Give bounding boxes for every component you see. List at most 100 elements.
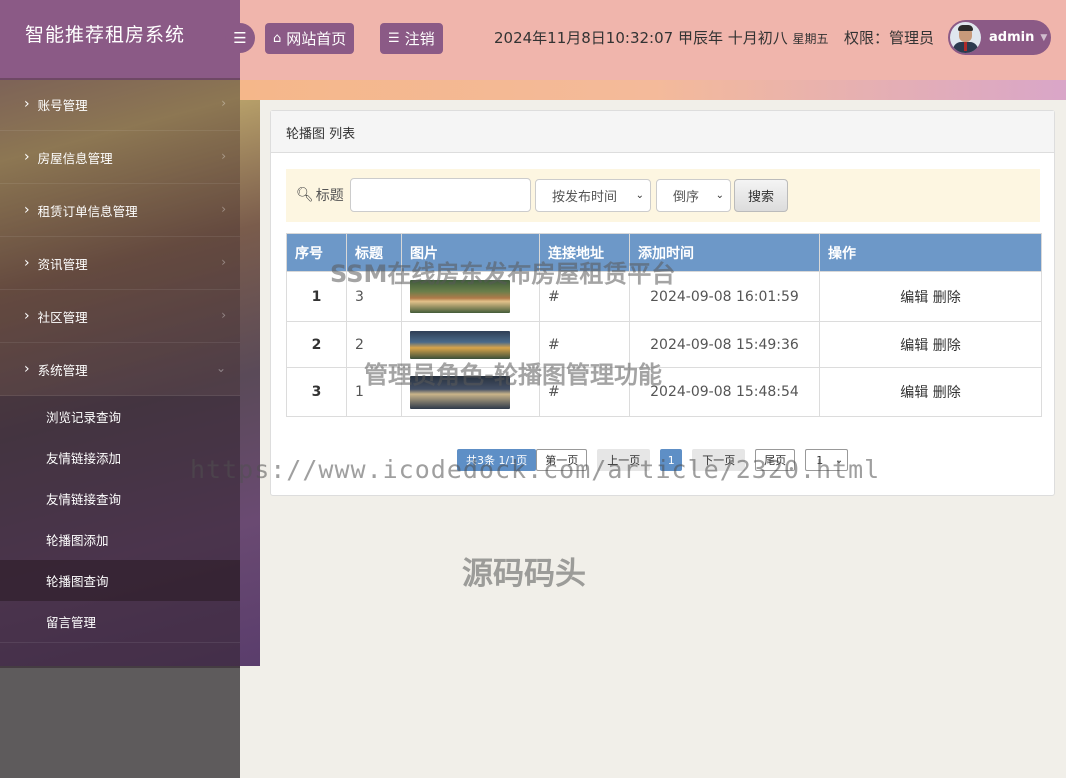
chevron-right-icon: › [221, 308, 226, 322]
cell-link: # [539, 367, 630, 417]
pager-info: 共3条 1/1页 [457, 449, 537, 471]
chevron-down-icon: ⌄ [215, 361, 226, 375]
table-row: 2 2 # 2024-09-08 15:49:36 编辑 删除 [286, 321, 1042, 368]
home-label: 网站首页 [286, 30, 347, 48]
col-header-action: 操作 [819, 233, 1042, 272]
sidebar-item-label: 房屋信息管理 [37, 150, 113, 166]
delete-link[interactable]: 删除 [933, 338, 961, 354]
col-header-image: 图片 [401, 233, 540, 272]
cell-actions: 编辑 删除 [819, 321, 1042, 368]
datetime-text: 2024年11月8日10:32:07 甲辰年 十月初八 [494, 29, 788, 47]
sidebar-item-label: 系统管理 [37, 362, 88, 378]
cell-time: 2024-09-08 16:01:59 [629, 271, 820, 322]
brand-title: 智能推荐租房系统 [0, 0, 240, 80]
sidebar-item-news[interactable]: › 资讯管理 › [0, 237, 240, 290]
cell-image [401, 271, 540, 322]
cell-seq: 2 [286, 321, 347, 368]
bars-icon: ☰ [233, 29, 247, 47]
col-header-time: 添加时间 [629, 233, 820, 272]
col-header-link: 连接地址 [539, 233, 630, 272]
chevron-right-icon: › [221, 255, 226, 269]
chevron-down-icon: ⌄ [635, 190, 644, 201]
cell-image [401, 321, 540, 368]
pager-current-page[interactable]: 1 [660, 449, 683, 471]
sidebar-subitem-messages[interactable]: 留言管理 [0, 601, 240, 642]
system-submenu: 浏览记录查询 友情链接添加 友情链接查询 轮播图添加 轮播图查询 留言管理 [0, 396, 240, 668]
sidebar-item-label: 社区管理 [37, 309, 88, 325]
sidebar-item-account[interactable]: › 账号管理 › [0, 78, 240, 131]
delete-link[interactable]: 删除 [933, 385, 961, 401]
sort-order-value: 倒序 [673, 190, 700, 205]
col-header-title: 标题 [346, 233, 402, 272]
cell-seq: 3 [286, 367, 347, 417]
chevron-right-icon: › [24, 202, 30, 218]
user-menu[interactable]: admin ▼ [948, 20, 1051, 55]
sidebar-subitem-link-query[interactable]: 友情链接查询 [0, 478, 240, 519]
cell-link: # [539, 271, 630, 322]
menu-toggle-button[interactable]: ☰ [225, 23, 255, 53]
datetime-display: 2024年11月8日10:32:07 甲辰年 十月初八 星期五 [494, 27, 829, 48]
cell-link: # [539, 321, 630, 368]
sidebar-item-label: 资讯管理 [37, 256, 88, 272]
chevron-right-icon: › [221, 149, 226, 163]
sidebar-item-community[interactable]: › 社区管理 › [0, 290, 240, 343]
sidebar-item-system[interactable]: › 系统管理 ⌄ [0, 343, 240, 396]
table-row: 3 1 # 2024-09-08 15:48:54 编辑 删除 [286, 367, 1042, 417]
pagination: 共3条 1/1页 第一页 上一页 1 下一页 尾页 1 ⌄ [457, 449, 858, 471]
username: admin [989, 30, 1035, 45]
carousel-thumbnail [410, 330, 510, 359]
carousel-thumbnail [410, 375, 510, 409]
sidebar-item-rental-orders[interactable]: › 租赁订单信息管理 › [0, 184, 240, 237]
cell-title: 3 [346, 271, 402, 322]
sidebar-subitem-carousel-query[interactable]: 轮播图查询 [0, 560, 240, 601]
sort-order-select[interactable]: 倒序 ⌄ [656, 179, 731, 212]
home-button[interactable]: ⌂ 网站首页 [265, 23, 355, 54]
sidebar-item-house-info[interactable]: › 房屋信息管理 › [0, 131, 240, 184]
carousel-table: 序号 标题 图片 连接地址 添加时间 操作 1 3 # 2024-09-08 1… [286, 233, 1042, 417]
chevron-down-icon: ⌄ [834, 454, 844, 466]
edit-link[interactable]: 编辑 [900, 290, 928, 306]
chevron-right-icon: › [221, 202, 226, 216]
caret-down-icon: ▼ [1040, 32, 1048, 43]
pager-prev-button[interactable]: 上一页 [597, 449, 651, 471]
sort-field-select[interactable]: 按发布时间 ⌄ [535, 179, 651, 212]
sidebar-subitem-carousel-add[interactable]: 轮播图添加 [0, 519, 240, 560]
sidebar-menu: › 账号管理 › › 房屋信息管理 › › 租赁订单信息管理 › › 资讯管理 … [0, 78, 240, 668]
search-label: 🔍︎ 标题 [296, 185, 344, 205]
cell-actions: 编辑 删除 [819, 367, 1042, 417]
table-header-row: 序号 标题 图片 连接地址 添加时间 操作 [286, 233, 1042, 272]
cell-time: 2024-09-08 15:49:36 [629, 321, 820, 368]
sidebar-item-label: 账号管理 [37, 97, 88, 113]
sort-field-value: 按发布时间 [552, 190, 618, 205]
carousel-thumbnail [410, 280, 510, 313]
search-icon: 🔍︎ [296, 187, 314, 203]
pager-next-button[interactable]: 下一页 [692, 449, 746, 471]
title-search-input[interactable] [350, 178, 531, 212]
cell-image [401, 367, 540, 417]
submenu-divider [0, 642, 240, 668]
logout-button[interactable]: ☰ 注销 [380, 23, 443, 54]
search-label-text: 标题 [315, 188, 344, 204]
pager-select-value: 1 [816, 453, 824, 467]
col-header-seq: 序号 [286, 233, 347, 272]
chevron-down-icon: ⌄ [715, 190, 724, 201]
delete-link[interactable]: 删除 [933, 290, 961, 306]
home-icon: ⌂ [273, 31, 282, 46]
panel-title: 轮播图 列表 [271, 111, 1054, 153]
pager-last-button[interactable]: 尾页 [755, 449, 796, 471]
edit-link[interactable]: 编辑 [900, 385, 928, 401]
chevron-right-icon: › [24, 361, 30, 377]
pager-first-button[interactable]: 第一页 [536, 449, 588, 471]
chevron-right-icon: › [24, 308, 30, 324]
sidebar-item-label: 租赁订单信息管理 [37, 203, 138, 219]
carousel-list-panel: 轮播图 列表 🔍︎ 标题 按发布时间 ⌄ 倒序 ⌄ 搜索 序号 标题 图片 连接… [270, 110, 1055, 496]
sidebar-subitem-link-add[interactable]: 友情链接添加 [0, 437, 240, 478]
chevron-right-icon: › [24, 255, 30, 271]
chevron-right-icon: › [24, 149, 30, 165]
chevron-right-icon: › [221, 96, 226, 110]
sidebar-subitem-browse-history[interactable]: 浏览记录查询 [0, 396, 240, 437]
pager-page-select[interactable]: 1 ⌄ [805, 449, 849, 471]
edit-link[interactable]: 编辑 [900, 338, 928, 354]
search-button[interactable]: 搜索 [734, 179, 788, 212]
logout-label: 注销 [404, 30, 435, 48]
